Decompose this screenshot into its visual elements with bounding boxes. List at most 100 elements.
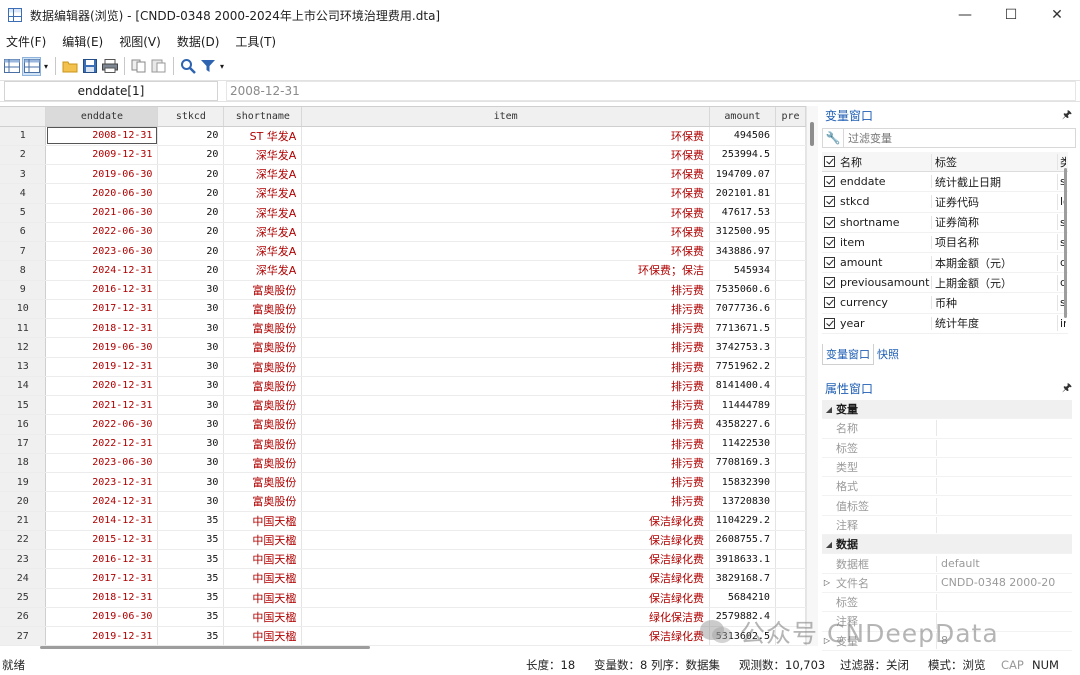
data-editor-browse-icon[interactable]: [22, 56, 41, 76]
table-row[interactable]: 16 2022-06-30 30 富奥股份 排污费 4358227.6: [0, 414, 806, 435]
cell-shortname[interactable]: 富奥股份: [223, 414, 303, 435]
cell-shortname[interactable]: 富奥股份: [223, 395, 303, 416]
variable-checkbox[interactable]: [824, 216, 835, 228]
scrollbar-thumb[interactable]: [40, 646, 370, 649]
cell-item[interactable]: 排污费: [301, 472, 710, 493]
cell-item[interactable]: 环保费: [301, 183, 710, 204]
cell-stkcd[interactable]: 30: [157, 318, 225, 339]
cell-shortname[interactable]: 中国天楹: [223, 511, 303, 531]
cell-item[interactable]: 排污费: [301, 414, 710, 435]
cell-pre[interactable]: [775, 260, 806, 281]
cell-item[interactable]: 排污费: [301, 318, 710, 339]
cell-amount[interactable]: 11422530: [709, 434, 776, 454]
maximize-button[interactable]: ☐: [988, 0, 1034, 30]
cell-item[interactable]: 保洁绿化费: [301, 511, 710, 531]
cell-shortname[interactable]: 深华发A: [223, 145, 303, 166]
menu-view[interactable]: 视图(V): [119, 33, 161, 50]
cell-pre[interactable]: [775, 511, 806, 531]
cell-item[interactable]: 绿化保洁费: [301, 607, 710, 628]
cell-pre[interactable]: [775, 588, 806, 608]
table-row[interactable]: 22 2015-12-31 35 中国天楹 保洁绿化费 2608755.7: [0, 530, 806, 551]
table-row[interactable]: 11 2018-12-31 30 富奥股份 排污费 7713671.5: [0, 318, 806, 339]
property-row[interactable]: 格式: [822, 477, 1072, 497]
table-row[interactable]: 15 2021-12-31 30 富奥股份 排污费 11444789: [0, 395, 806, 416]
row-number[interactable]: 15: [0, 395, 47, 416]
cell-amount[interactable]: 7751962.2: [709, 357, 776, 377]
cell-enddate[interactable]: 2016-12-31: [45, 280, 159, 300]
variable-row[interactable]: shortname证券简称st: [822, 213, 1068, 233]
table-row[interactable]: 3 2019-06-30 20 深华发A 环保费 194709.07: [0, 164, 806, 185]
column-header-item[interactable]: item: [301, 107, 710, 127]
filter-variables-input[interactable]: [843, 129, 1075, 147]
cell-amount[interactable]: 194709.07: [709, 164, 776, 185]
variable-row[interactable]: enddate统计截止日期st: [822, 172, 1068, 193]
cell-shortname[interactable]: 中国天楹: [223, 530, 303, 551]
property-row[interactable]: 名称: [822, 419, 1072, 439]
row-number[interactable]: 12: [0, 337, 47, 358]
row-number[interactable]: 8: [0, 260, 47, 281]
cell-amount[interactable]: 2579882.4: [709, 607, 776, 628]
cell-shortname[interactable]: 富奥股份: [223, 280, 303, 300]
cell-enddate[interactable]: 2015-12-31: [45, 530, 159, 551]
table-row[interactable]: 6 2022-06-30 20 深华发A 环保费 312500.95: [0, 222, 806, 243]
table-row[interactable]: 19 2023-12-31 30 富奥股份 排污费 15832390: [0, 472, 806, 493]
row-number[interactable]: 26: [0, 607, 47, 628]
cell-stkcd[interactable]: 30: [157, 453, 225, 474]
cell-stkcd[interactable]: 30: [157, 337, 225, 358]
column-header-enddate[interactable]: enddate: [45, 107, 159, 127]
cell-amount[interactable]: 7713671.5: [709, 318, 776, 339]
property-section[interactable]: ◢ 变量: [822, 400, 1072, 420]
cell-item[interactable]: 环保费: [301, 145, 710, 166]
collapse-caret-icon[interactable]: ◢: [822, 405, 836, 414]
cell-stkcd[interactable]: 20: [157, 260, 225, 281]
cell-item[interactable]: 保洁绿化费: [301, 549, 710, 570]
data-editor-edit-icon[interactable]: [2, 57, 21, 76]
cell-item[interactable]: 保洁绿化费: [301, 530, 710, 551]
table-row[interactable]: 9 2016-12-31 30 富奥股份 排污费 7535060.6: [0, 280, 806, 300]
select-all-checkbox[interactable]: [824, 156, 835, 168]
table-row[interactable]: 4 2020-06-30 20 深华发A 环保费 202101.81: [0, 183, 806, 204]
table-row[interactable]: 25 2018-12-31 35 中国天楹 保洁绿化费 5684210: [0, 588, 806, 608]
cell-pre[interactable]: [775, 337, 806, 358]
property-row[interactable]: 标签: [822, 439, 1072, 458]
collapse-caret-icon[interactable]: ◢: [822, 540, 836, 549]
table-row[interactable]: 1 2008-12-31 20 ST 华发A 环保费 494506: [0, 126, 806, 146]
cell-item[interactable]: 排污费: [301, 280, 710, 300]
cell-pre[interactable]: [775, 491, 806, 512]
cell-amount[interactable]: 3829168.7: [709, 568, 776, 589]
property-row[interactable]: 值标签: [822, 496, 1072, 516]
cell-amount[interactable]: 3918633.1: [709, 549, 776, 570]
cell-stkcd[interactable]: 35: [157, 568, 225, 589]
cell-enddate[interactable]: 2020-06-30: [45, 183, 159, 204]
cell-stkcd[interactable]: 30: [157, 299, 225, 320]
filter-icon[interactable]: [198, 57, 217, 76]
cell-shortname[interactable]: 深华发A: [223, 203, 303, 223]
cell-item[interactable]: 环保费: [301, 126, 710, 146]
cell-enddate[interactable]: 2019-12-31: [45, 357, 159, 377]
minimize-button[interactable]: —: [942, 0, 988, 30]
property-row[interactable]: 标签: [822, 593, 1072, 613]
cell-shortname[interactable]: 富奥股份: [223, 318, 303, 339]
cell-item[interactable]: 排污费: [301, 453, 710, 474]
cell-enddate[interactable]: 2021-12-31: [45, 395, 159, 416]
cell-enddate[interactable]: 2017-12-31: [45, 568, 159, 589]
cell-amount[interactable]: 3742753.3: [709, 337, 776, 358]
table-row[interactable]: 21 2014-12-31 35 中国天楹 保洁绿化费 1104229.2: [0, 511, 806, 531]
cell-pre[interactable]: [775, 183, 806, 204]
cell-item[interactable]: 环保费: [301, 241, 710, 262]
close-button[interactable]: ✕: [1034, 0, 1080, 30]
table-row[interactable]: 17 2022-12-31 30 富奥股份 排污费 11422530: [0, 434, 806, 454]
property-row[interactable]: ▷ 文件名 CNDD-0348 2000-202: [822, 574, 1072, 593]
row-number[interactable]: 17: [0, 434, 47, 454]
table-row[interactable]: 12 2019-06-30 30 富奥股份 排污费 3742753.3: [0, 337, 806, 358]
row-number[interactable]: 3: [0, 164, 47, 185]
menu-tools[interactable]: 工具(T): [235, 33, 276, 50]
cell-stkcd[interactable]: 35: [157, 607, 225, 628]
variable-checkbox[interactable]: [824, 317, 835, 329]
wrench-icon[interactable]: 🔧: [823, 131, 843, 145]
row-number[interactable]: 22: [0, 530, 47, 551]
cell-pre[interactable]: [775, 568, 806, 589]
cell-shortname[interactable]: ST 华发A: [223, 126, 303, 146]
cell-amount[interactable]: 13720830: [709, 491, 776, 512]
cell-pre[interactable]: [775, 299, 806, 320]
